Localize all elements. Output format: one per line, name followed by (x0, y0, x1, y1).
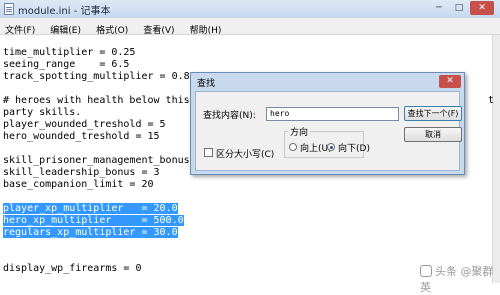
minimize-button[interactable]: ─ (430, 1, 448, 15)
cancel-button[interactable]: 取消 (404, 127, 462, 142)
editor-line: skill_leadership_bonus = 3 (3, 167, 160, 178)
editor-line: hero_wounded_treshold = 15 (3, 131, 160, 142)
vertical-scrollbar[interactable] (492, 35, 500, 283)
editor-line-selected: hero_xp_multiplier = 500.0 (3, 215, 184, 227)
menu-bar: 文件(F) 编辑(E) 格式(O) 查看(V) 帮助(H) (0, 18, 500, 36)
editor-line-selected: regulars_xp_multiplier = 30.0 (3, 227, 178, 239)
selected-text: hero_xp_multiplier = 500.0 (3, 215, 184, 226)
window-title: module.ini - 记事本 (18, 6, 111, 17)
match-case-label[interactable]: 区分大小写(C) (216, 147, 274, 160)
editor-line: display_wp_firearms = 0 (3, 263, 142, 274)
maximize-button[interactable]: □ (450, 1, 468, 15)
editor-line: party skills. (3, 107, 82, 118)
window-controls: ─ □ ✕ (430, 1, 494, 15)
selected-text: player_xp_multiplier = 20.0 (3, 203, 178, 214)
find-next-button[interactable]: 查找下一个(F) (404, 106, 462, 121)
find-what-label: 查找内容(N): (203, 111, 256, 121)
editor-line: player_wounded_treshold = 5 (3, 119, 166, 130)
window-titlebar: module.ini - 记事本 ─ □ ✕ (0, 0, 500, 19)
direction-down-label[interactable]: 向下(D) (338, 141, 370, 154)
find-dialog-body: 查找内容(N): hero 查找下一个(F) 取消 方向 向上(U) 向下(D)… (195, 91, 462, 171)
editor-line: seeing_range = 6.5 (3, 59, 130, 70)
editor-line: track_spotting_multiplier = 0.8 (3, 71, 190, 82)
notepad-icon (4, 3, 14, 15)
selected-text: regulars_xp_multiplier = 30.0 (3, 227, 178, 238)
editor-line-selected: player_xp_multiplier = 20.0 (3, 203, 178, 215)
find-what-input[interactable]: hero (266, 107, 399, 121)
direction-up-radio[interactable] (289, 143, 297, 151)
editor-line: skill_prisoner_management_bonus (3, 155, 190, 166)
direction-group-label: 方向 (288, 125, 311, 138)
watermark-logo-icon (420, 265, 432, 277)
editor-line: # heroes with health below this (3, 95, 190, 106)
direction-down-radio[interactable] (327, 143, 335, 151)
editor-line-overflow: t (488, 95, 495, 106)
match-case-checkbox[interactable] (204, 148, 213, 157)
find-dialog-title: 查找 (197, 79, 216, 89)
watermark: 头条 @聚群英 (420, 263, 500, 295)
editor-line: time_multiplier = 0.25 (3, 47, 136, 58)
editor-line: base_companion_limit = 20 (3, 179, 154, 190)
find-dialog: 查找 ✕ 查找内容(N): hero 查找下一个(F) 取消 方向 向上(U) … (190, 72, 465, 175)
find-dialog-close-icon[interactable]: ✕ (439, 75, 461, 88)
close-button[interactable]: ✕ (470, 1, 494, 15)
